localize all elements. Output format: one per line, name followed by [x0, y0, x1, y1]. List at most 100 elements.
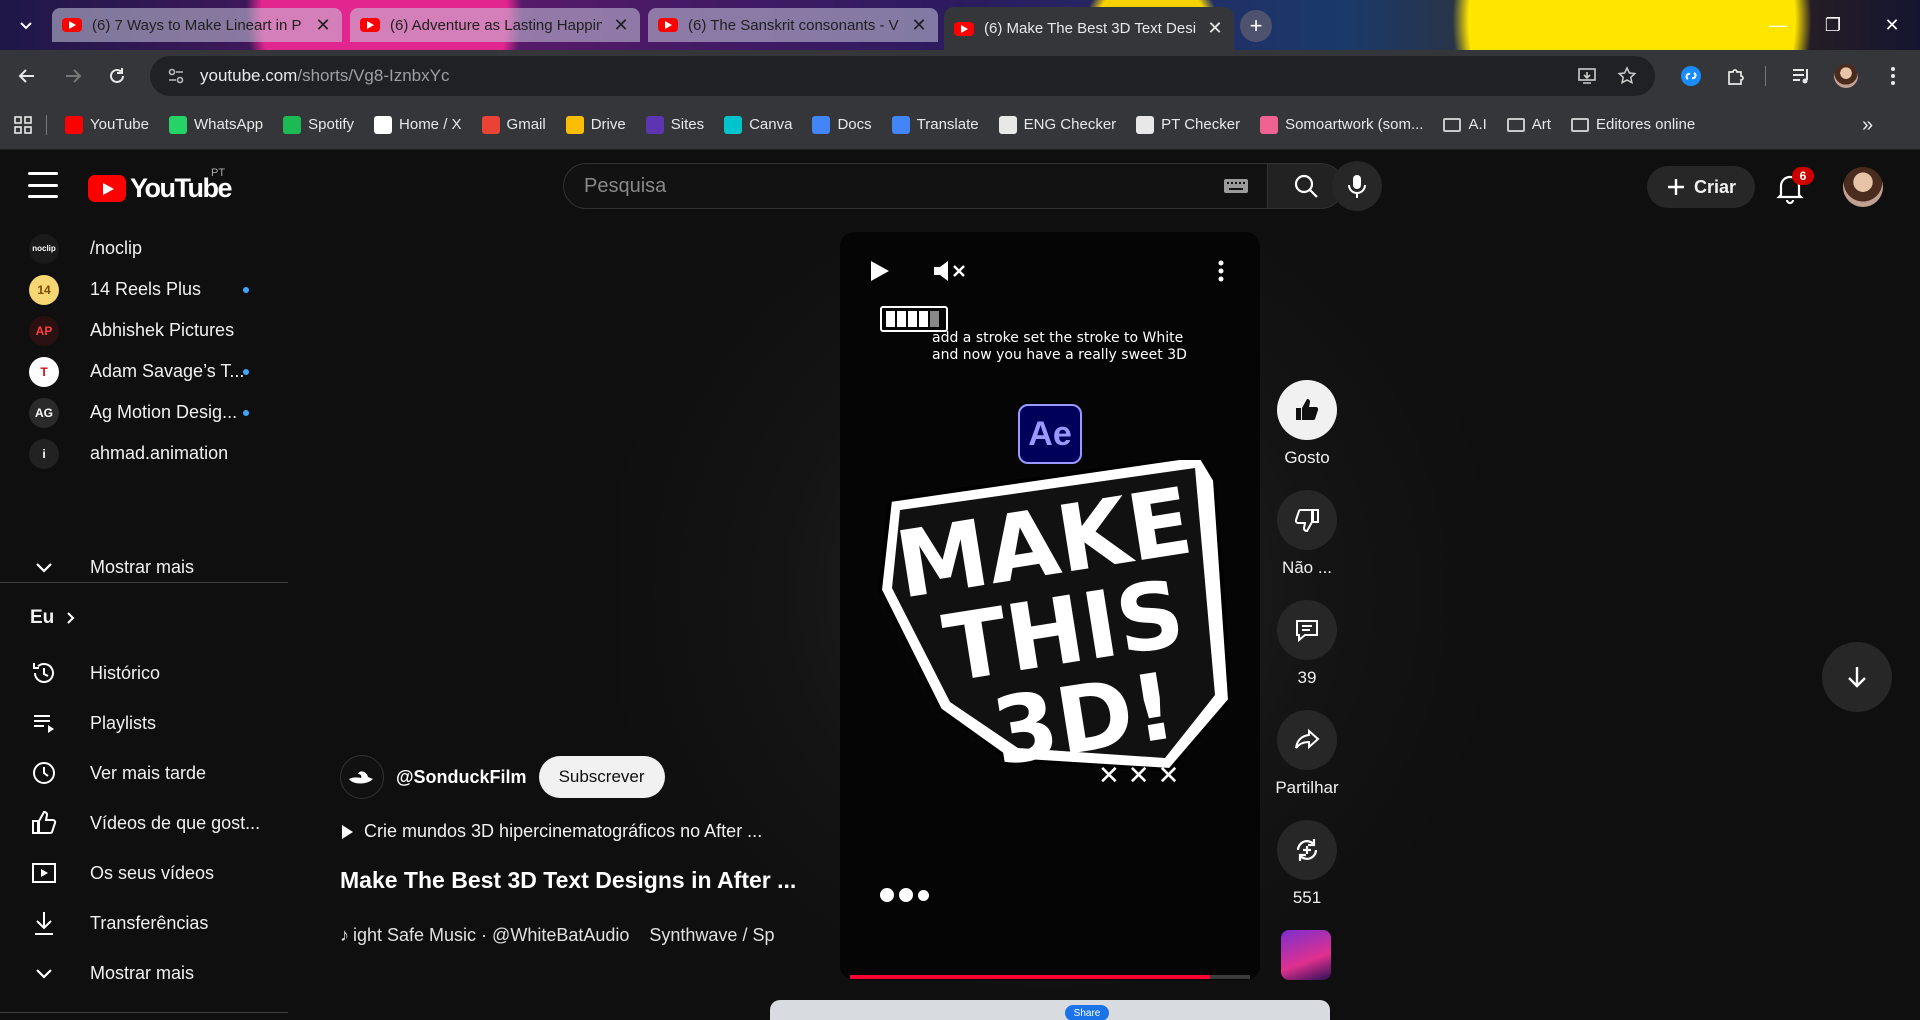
next-short-button[interactable] [1822, 642, 1892, 712]
new-tab-button[interactable]: + [1240, 10, 1272, 42]
minimize-window-button[interactable]: — [1758, 10, 1798, 40]
voice-search-button[interactable] [1332, 161, 1382, 211]
show-more-you[interactable]: Mostrar mais [0, 948, 288, 998]
shorts-player[interactable]: add a stroke set the stroke to White and… [840, 232, 1260, 980]
like-button[interactable]: Gosto [1272, 380, 1342, 468]
guide-menu-icon[interactable] [28, 172, 58, 198]
create-button[interactable]: Criar [1647, 166, 1755, 208]
url-text: youtube.com/shorts/Vg8-IznbxYc [200, 66, 449, 86]
bookmark-item[interactable]: YouTube [65, 115, 149, 134]
share-circle[interactable] [1277, 710, 1337, 770]
new-content-dot [243, 368, 249, 375]
sidebar-subscription-item[interactable]: AP Abhishek Pictures [0, 310, 288, 351]
close-tab-icon[interactable]: ✕ [910, 15, 928, 36]
bookmark-folder[interactable]: Art [1506, 116, 1551, 133]
bookmark-item[interactable]: WhatsApp [168, 115, 263, 134]
media-control-icon[interactable] [1788, 63, 1814, 89]
sidebar-subscription-item[interactable]: 14 14 Reels Plus [0, 269, 288, 310]
bookmark-item[interactable]: Docs [812, 115, 872, 134]
more-options-button[interactable] [1196, 246, 1246, 296]
share-button[interactable]: Partilhar [1272, 710, 1342, 798]
sidebar-subscription-item[interactable]: AG Ag Motion Desig... [0, 392, 288, 433]
you-section-header[interactable]: Eu [30, 607, 76, 629]
more-bookmarks-icon[interactable]: » [1862, 114, 1873, 137]
browser-tab[interactable]: (6) 7 Ways to Make Lineart in P ✕ [52, 8, 342, 42]
sidebar-subscription-item[interactable]: T Adam Savage’s T... [0, 351, 288, 392]
extensions-puzzle-icon[interactable] [1723, 63, 1749, 89]
site-settings-icon[interactable] [164, 64, 188, 88]
sidebar-item-watch-later[interactable]: Ver mais tarde [0, 748, 288, 798]
browser-tab[interactable]: (6) The Sanskrit consonants - V ✕ [648, 8, 938, 42]
url-path: /shorts/Vg8-IznbxYc [297, 66, 450, 85]
like-circle[interactable] [1277, 380, 1337, 440]
tested-avatar: T [28, 356, 60, 388]
bookmark-folder[interactable]: A.I [1443, 116, 1487, 133]
restore-window-button[interactable]: ❐ [1813, 10, 1853, 40]
tab-search-dropdown[interactable] [8, 10, 44, 40]
forward-button[interactable] [60, 63, 86, 89]
bookmark-item[interactable]: Somoartwork (som... [1260, 115, 1423, 134]
close-window-button[interactable]: ✕ [1872, 10, 1912, 40]
remix-circle[interactable] [1277, 820, 1337, 880]
music-row[interactable]: ♪ ight Safe Music · @WhiteBatAudio Synth… [340, 925, 820, 946]
browser-menu-icon[interactable] [1880, 63, 1906, 89]
bookmark-item[interactable]: Canva [724, 115, 792, 134]
channel-avatar[interactable] [340, 755, 384, 799]
sidebar-item-label: /noclip [90, 238, 143, 258]
dislike-circle[interactable] [1277, 490, 1337, 550]
back-button[interactable] [14, 63, 40, 89]
account-avatar[interactable] [1843, 167, 1883, 207]
apps-grid-icon[interactable] [14, 115, 32, 134]
youtube-logo[interactable]: YouTube PT [88, 167, 232, 204]
share-pill[interactable]: Share [1065, 1005, 1109, 1020]
new-content-dot [243, 409, 249, 416]
bookmark-item[interactable]: ENG Checker [998, 115, 1116, 134]
dislike-button[interactable]: Não ... [1272, 490, 1342, 578]
folder-icon [1443, 117, 1462, 132]
sidebar-item-downloads[interactable]: Transferências [0, 898, 288, 948]
bookmark-label: Sites [670, 116, 705, 133]
bookmark-item[interactable]: Spotify [283, 115, 354, 134]
short-title[interactable]: Make The Best 3D Text Designs in After .… [340, 867, 796, 894]
browser-tab[interactable]: (6) Adventure as Lasting Happin ✕ [350, 8, 640, 42]
sound-thumbnail[interactable] [1281, 930, 1331, 980]
profile-avatar[interactable] [1833, 63, 1859, 89]
bookmark-label: Drive [590, 116, 626, 133]
sidebar-item-liked-videos[interactable]: Vídeos de que gost... [0, 798, 288, 848]
browser-tab-active[interactable]: (6) Make The Best 3D Text Desig ✕ [944, 7, 1234, 50]
comments-button[interactable]: 39 [1272, 600, 1342, 688]
bookmark-item[interactable]: Home / X [374, 115, 462, 134]
mute-button[interactable] [924, 246, 974, 296]
subscribe-button[interactable]: Subscrever [538, 756, 665, 798]
bookmark-item[interactable]: Gmail [481, 115, 546, 134]
reload-button[interactable] [104, 63, 130, 89]
channel-name[interactable]: @SonduckFilm [396, 767, 527, 788]
search-input[interactable]: Pesquisa [563, 163, 1268, 209]
close-tab-icon[interactable]: ✕ [314, 15, 332, 36]
show-more-subscriptions[interactable]: Mostrar mais [0, 542, 288, 592]
sidebar-item-your-videos[interactable]: Os seus vídeos [0, 848, 288, 898]
sidebar-item-playlists[interactable]: Playlists [0, 698, 288, 748]
bookmark-folder[interactable]: Editores online [1570, 116, 1695, 133]
battery-graphic [880, 306, 948, 332]
play-button[interactable] [854, 246, 904, 296]
close-tab-icon[interactable]: ✕ [1206, 18, 1224, 39]
install-app-icon[interactable] [1575, 64, 1599, 88]
video-progress-bar[interactable] [850, 975, 1250, 979]
sidebar-item-history[interactable]: Histórico [0, 648, 288, 698]
bookmark-item[interactable]: Translate [891, 115, 979, 134]
bookmark-favicon-icon [1136, 115, 1155, 134]
keyboard-icon[interactable] [1223, 176, 1249, 196]
bookmark-item[interactable]: Sites [645, 115, 705, 134]
close-tab-icon[interactable]: ✕ [612, 15, 630, 36]
address-bar[interactable]: youtube.com/shorts/Vg8-IznbxYc [150, 56, 1655, 96]
remix-button[interactable]: 551 [1272, 820, 1342, 908]
bookmark-star-icon[interactable] [1615, 64, 1639, 88]
description-row[interactable]: Crie mundos 3D hipercinematográficos no … [340, 821, 762, 842]
bookmark-item[interactable]: PT Checker [1136, 115, 1240, 134]
sidebar-subscription-item[interactable]: noclip/noclip [0, 228, 288, 269]
bookmark-item[interactable]: Drive [565, 115, 626, 134]
shazam-extension-icon[interactable] [1678, 63, 1704, 89]
comments-circle[interactable] [1277, 600, 1337, 660]
sidebar-subscription-item[interactable]: i ahmad.animation [0, 433, 288, 474]
